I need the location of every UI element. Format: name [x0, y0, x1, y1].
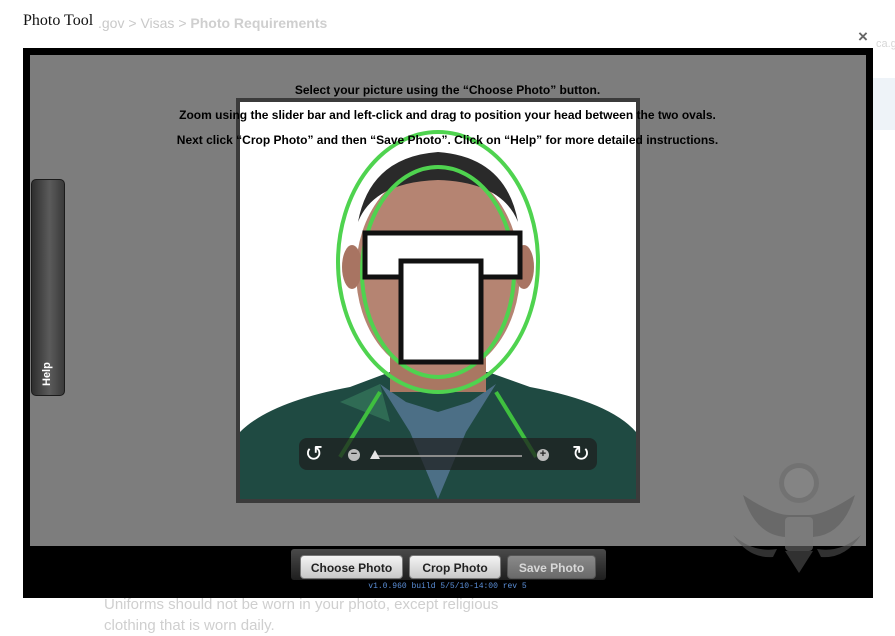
background-breadcrumb: .gov > Visas > Photo Requirements	[98, 15, 327, 31]
save-photo-button[interactable]: Save Photo	[507, 555, 596, 579]
breadcrumb-current: Photo Requirements	[190, 15, 328, 31]
choose-photo-button[interactable]: Choose Photo	[300, 555, 403, 579]
crop-photo-button[interactable]: Crop Photo	[409, 555, 501, 579]
rotate-right-icon[interactable]: ↻	[570, 441, 592, 467]
background-right-fragment: ca.g	[876, 38, 895, 50]
version-label: v1.0.960 build 5/5/10-14:00 rev 5	[368, 582, 527, 591]
background-bottom-line: clothing that is worn daily.	[104, 617, 275, 634]
help-tab[interactable]: Help	[31, 179, 65, 396]
breadcrumb-separator: >	[128, 15, 137, 31]
breadcrumb-site: .gov	[98, 15, 125, 31]
breadcrumb-visas: Visas	[140, 15, 175, 31]
window-title: Photo Tool	[23, 12, 94, 29]
zoom-in-icon[interactable]: +	[537, 449, 549, 461]
help-tab-label: Help	[41, 362, 53, 386]
zoom-out-icon[interactable]: −	[348, 449, 360, 461]
rotate-left-icon[interactable]: ↺	[303, 441, 325, 467]
zoom-slider-track[interactable]	[372, 455, 522, 457]
background-bottom-text: Uniforms should not be worn in your phot…	[104, 594, 584, 636]
zoom-controls	[299, 438, 597, 470]
instruction-line-2: Zoom using the slider bar and left-click…	[179, 108, 716, 122]
instruction-line-1: Select your picture using the “Choose Ph…	[294, 83, 601, 97]
zoom-slider-handle[interactable]	[370, 450, 380, 459]
breadcrumb-separator: >	[178, 15, 187, 31]
instruction-line-3: Next click “Crop Photo” and then “Save P…	[176, 133, 719, 147]
close-icon[interactable]: ×	[855, 28, 871, 45]
eagle-seal-icon	[733, 463, 861, 573]
